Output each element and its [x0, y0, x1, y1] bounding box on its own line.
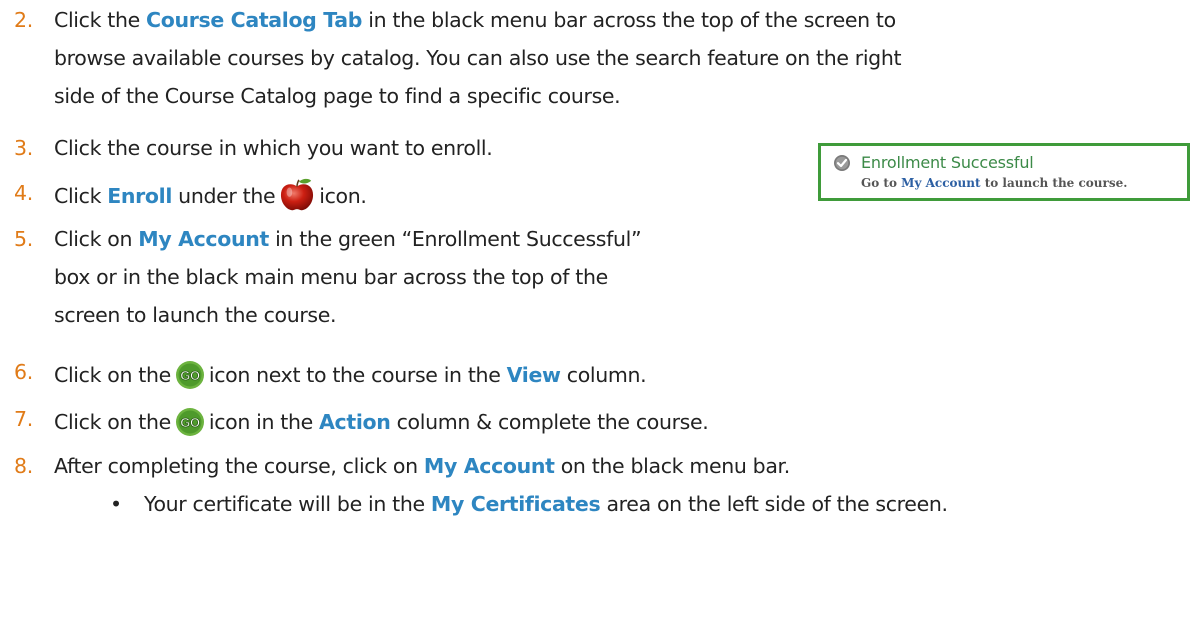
enrollment-successful-box: Enrollment Successful Go to My Account t…: [818, 143, 1190, 201]
course-catalog-tab-label: Course Catalog Tab: [146, 8, 363, 32]
go-icon: GO: [175, 408, 204, 436]
step-4-text: Click Enroll under the icon.: [54, 178, 367, 212]
go-icon: GO: [175, 361, 204, 389]
enrollment-successful-title: Enrollment Successful: [861, 153, 1034, 172]
step-2-line-2: browse available courses by catalog. You…: [54, 46, 902, 70]
step-number: 2.: [14, 8, 33, 32]
check-circle-icon: [834, 155, 850, 171]
svg-text:GO: GO: [180, 415, 200, 430]
action-column-label: Action: [319, 410, 391, 434]
step-number: 4.: [14, 181, 33, 205]
step-2-line-1: Click the Course Catalog Tab in the blac…: [54, 8, 896, 32]
step-number: 5.: [14, 227, 33, 251]
step-8-text: After completing the course, click on My…: [54, 454, 790, 478]
bullet-icon: •: [110, 492, 122, 516]
step-2-line-3: side of the Course Catalog page to find …: [54, 84, 621, 108]
my-account-label: My Account: [423, 454, 555, 478]
step-number: 8.: [14, 454, 33, 478]
my-account-label: My Account: [138, 227, 269, 251]
svg-text:GO: GO: [180, 368, 200, 383]
step-number: 6.: [14, 360, 33, 384]
step-5-line-3: screen to launch the course.: [54, 303, 337, 327]
enroll-label: Enroll: [107, 184, 173, 208]
my-certificates-label: My Certificates: [430, 492, 601, 516]
step-3-text: Click the course in which you want to en…: [54, 136, 493, 160]
view-column-label: View: [506, 363, 561, 387]
enrollment-successful-subtitle: Go to My Account to launch the course.: [861, 176, 1128, 190]
step-7-text: Click on the GO icon in the Action colum…: [54, 407, 709, 437]
certificate-bullet-text: Your certificate will be in the My Certi…: [144, 492, 948, 516]
step-6-text: Click on the GO icon next to the course …: [54, 360, 647, 390]
apple-icon: [281, 178, 314, 211]
my-account-link[interactable]: My Account: [901, 176, 980, 190]
step-5-line-2: box or in the black main menu bar across…: [54, 265, 608, 289]
step-number: 3.: [14, 136, 33, 160]
step-5-line-1: Click on My Account in the green “Enroll…: [54, 227, 642, 251]
step-number: 7.: [14, 407, 33, 431]
